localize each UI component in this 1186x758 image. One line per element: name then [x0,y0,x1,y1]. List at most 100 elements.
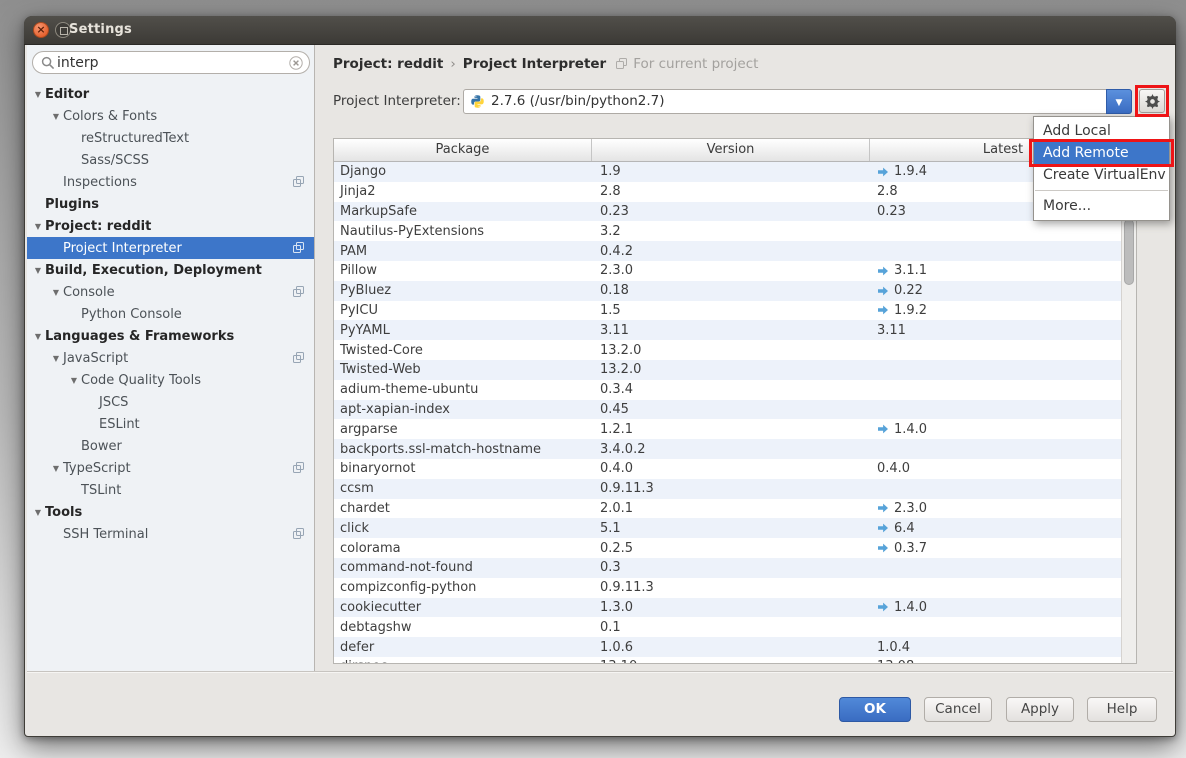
project-scope-icon [616,58,628,70]
interpreter-combobox[interactable]: 2.7.6 (/usr/bin/python2.7) ▼ [463,89,1132,114]
ok-button[interactable]: OK [839,697,911,722]
table-row[interactable]: adium-theme-ubuntu 0.3.4 [334,380,1121,400]
table-row[interactable]: Nautilus-PyExtensions 3.2 [334,221,1121,241]
breadcrumb-project[interactable]: Project: reddit [333,56,443,72]
interpreter-label: Project Interpreter: [333,89,461,114]
tree-item[interactable]: ▼ Project Interpreter [27,237,314,259]
breadcrumb-note: For current project [633,56,758,72]
tree-item[interactable]: ▼ Build, Execution, Deployment [27,259,314,281]
search-input[interactable] [57,53,277,72]
package-version: 0.4.2 [592,244,870,259]
tree-item[interactable]: ▼ Plugins [27,193,314,215]
help-button[interactable]: Help [1087,697,1157,722]
package-version: 0.9.11.3 [592,481,870,496]
tree-item[interactable]: ▼ Code Quality Tools [27,369,314,391]
tree-item-label: JavaScript [63,351,128,366]
upgrade-arrow-icon [877,542,889,554]
package-version: 2.3.0 [592,263,870,278]
table-row[interactable]: click 5.1 6.4 [334,518,1121,538]
table-row[interactable]: ccsm 0.9.11.3 [334,479,1121,499]
tree-item[interactable]: ▼ Languages & Frameworks [27,325,314,347]
settings-window: × Settings ▼ Editor ▼ Colors & Fonts [24,16,1176,737]
table-row[interactable]: debtagshw 0.1 [334,617,1121,637]
menu-item-more[interactable]: More... [1034,195,1169,217]
expand-triangle-icon[interactable]: ▼ [31,508,45,517]
package-version: 0.1 [592,620,870,635]
breadcrumb: Project: reddit › Project Interpreter Fo… [333,55,758,73]
table-row[interactable]: Pillow 2.3.0 3.1.1 [334,261,1121,281]
expand-triangle-icon[interactable]: ▼ [49,354,63,363]
combo-dropdown-button[interactable]: ▼ [1106,89,1132,114]
table-row[interactable]: backports.ssl-match-hostname 3.4.0.2 [334,439,1121,459]
tree-item[interactable]: ▼ reStructuredText [27,127,314,149]
scrollbar-thumb[interactable] [1124,219,1134,285]
gear-icon [1145,94,1160,109]
table-row[interactable]: apt-xapian-index 0.45 [334,400,1121,420]
tree-item[interactable]: ▼ TypeScript [27,457,314,479]
expand-triangle-icon[interactable]: ▼ [31,90,45,99]
table-row[interactable]: command-not-found 0.3 [334,558,1121,578]
package-version: 13.10 [592,659,870,663]
table-row[interactable]: compizconfig-python 0.9.11.3 [334,578,1121,598]
table-row[interactable]: PyICU 1.5 1.9.2 [334,301,1121,321]
tree-item[interactable]: ▼ Bower [27,435,314,457]
table-row[interactable]: PyBluez 0.18 0.22 [334,281,1121,301]
tree-item[interactable]: ▼ Editor [27,83,314,105]
column-header-package[interactable]: Package [334,139,592,161]
package-name: click [334,521,592,536]
package-name: dirspec [334,659,592,663]
tree-item[interactable]: ▼ JavaScript [27,347,314,369]
column-header-version[interactable]: Version [592,139,870,161]
tree-item[interactable]: ▼ Inspections [27,171,314,193]
package-latest: 1.0.4 [877,640,910,655]
tree-item[interactable]: ▼ Tools [27,501,314,523]
table-row[interactable]: PyYAML 3.11 3.11 [334,320,1121,340]
expand-triangle-icon[interactable]: ▼ [31,332,45,341]
menu-item-add-local[interactable]: Add Local [1034,120,1169,142]
table-row[interactable]: colorama 0.2.5 0.3.7 [334,538,1121,558]
tree-item-label: Project Interpreter [63,241,182,256]
cancel-button[interactable]: Cancel [924,697,992,722]
table-row[interactable]: defer 1.0.6 1.0.4 [334,637,1121,657]
table-row[interactable]: Twisted-Core 13.2.0 [334,340,1121,360]
tree-item[interactable]: ▼ TSLint [27,479,314,501]
tree-item[interactable]: ▼ JSCS [27,391,314,413]
tree-item[interactable]: ▼ Project: reddit [27,215,314,237]
expand-triangle-icon[interactable]: ▼ [31,222,45,231]
table-row[interactable]: argparse 1.2.1 1.4.0 [334,419,1121,439]
tree-item[interactable]: ▼ SSH Terminal [27,523,314,545]
menu-item-create-virtualenv[interactable]: Create VirtualEnv [1034,164,1169,186]
table-row[interactable]: binaryornot 0.4.0 0.4.0 [334,459,1121,479]
table-row[interactable]: Django 1.9 1.9.4 [334,162,1121,182]
tree-item[interactable]: ▼ Colors & Fonts [27,105,314,127]
expand-triangle-icon[interactable]: ▼ [31,266,45,275]
table-row[interactable]: dirspec 13.10 13.08 [334,657,1121,663]
table-row[interactable]: PAM 0.4.2 [334,241,1121,261]
package-name: PyYAML [334,323,592,338]
expand-triangle-icon[interactable]: ▼ [49,464,63,473]
tree-item[interactable]: ▼ Python Console [27,303,314,325]
copy-settings-icon [293,352,305,364]
clear-search-icon[interactable] [289,56,303,70]
settings-search-box[interactable] [32,51,310,74]
apply-button[interactable]: Apply [1006,697,1074,722]
package-name: compizconfig-python [334,580,592,595]
expand-triangle-icon[interactable]: ▼ [49,112,63,121]
expand-triangle-icon[interactable]: ▼ [67,376,81,385]
tree-item[interactable]: ▼ ESLint [27,413,314,435]
table-row[interactable]: Jinja2 2.8 2.8 [334,182,1121,202]
menu-separator [1035,190,1168,191]
table-row[interactable]: chardet 2.0.1 2.3.0 [334,499,1121,519]
tree-item[interactable]: ▼ Console [27,281,314,303]
tree-item[interactable]: ▼ Sass/SCSS [27,149,314,171]
table-row[interactable]: Twisted-Web 13.2.0 [334,360,1121,380]
expand-triangle-icon[interactable]: ▼ [49,288,63,297]
table-row[interactable]: cookiecutter 1.3.0 1.4.0 [334,598,1121,618]
menu-item-add-remote[interactable]: Add Remote [1034,142,1169,164]
package-version: 1.5 [592,303,870,318]
tree-item-label: Project: reddit [45,219,151,234]
interpreter-gear-button[interactable] [1139,89,1165,113]
table-row[interactable]: MarkupSafe 0.23 0.23 [334,202,1121,222]
close-icon[interactable]: × [33,22,49,38]
breadcrumb-page: Project Interpreter [463,56,606,72]
